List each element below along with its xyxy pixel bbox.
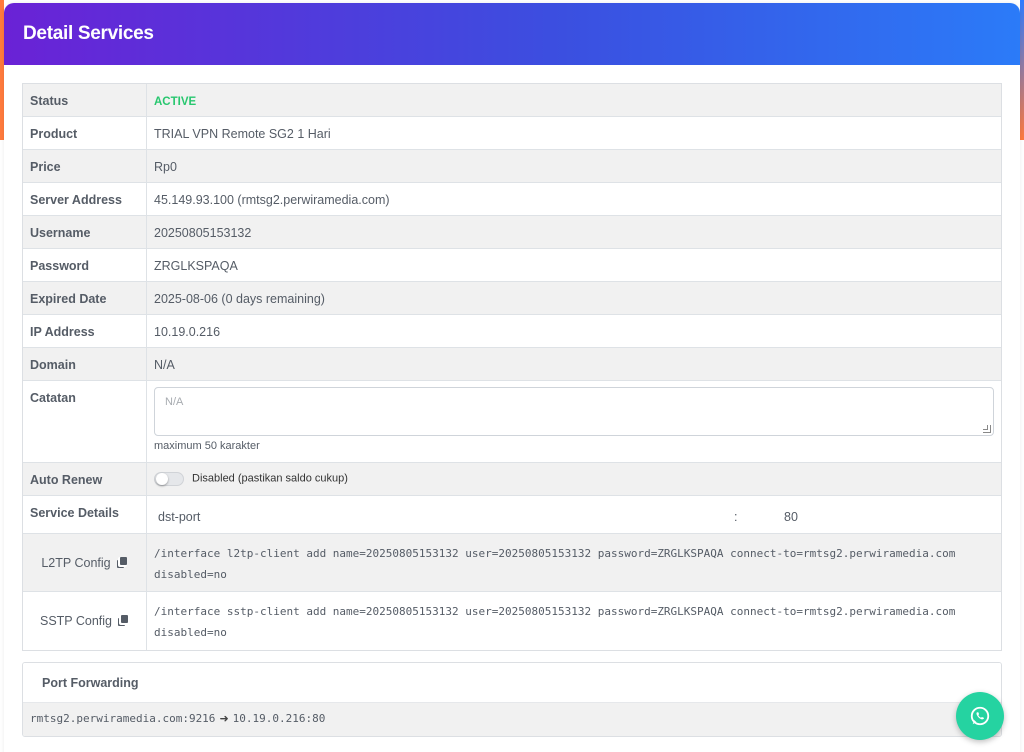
price-label: Price: [23, 150, 147, 182]
service-details-value: 80: [784, 510, 798, 524]
port-forwarding-target: 10.19.0.216:80: [232, 712, 326, 725]
row-sstp-config: SSTP Config /interface sstp-client add n…: [23, 592, 1001, 650]
l2tp-config-line: /interface l2tp-client add name=20250805…: [154, 547, 956, 560]
port-forwarding-row: rmtsg2.perwiramedia.com:9216 ➜ 10.19.0.216…: [23, 702, 1001, 736]
row-status: Status ACTIVE: [23, 84, 1001, 117]
server-address-label: Server Address: [23, 183, 147, 215]
toggle-knob: [156, 472, 168, 485]
row-server-address: Server Address 45.149.93.100 (rmtsg2.per…: [23, 183, 1001, 216]
expired-date-label: Expired Date: [23, 282, 147, 314]
catatan-label: Catatan: [23, 381, 147, 462]
l2tp-config-label-cell: L2TP Config: [23, 534, 147, 591]
domain-value: N/A: [154, 358, 175, 372]
port-forwarding-source: rmtsg2.perwiramedia.com:9216: [30, 712, 216, 725]
row-username: Username 20250805153132: [23, 216, 1001, 249]
ip-address-label: IP Address: [23, 315, 147, 347]
sstp-config-label-cell: SSTP Config: [23, 592, 147, 650]
resize-grip-icon[interactable]: [983, 425, 991, 433]
background-accent-right: [1020, 0, 1024, 140]
catatan-textarea[interactable]: N/A: [154, 387, 994, 436]
status-badge: ACTIVE: [154, 96, 197, 108]
copy-icon[interactable]: [116, 556, 128, 569]
row-catatan: Catatan N/A maximum 50 karakter: [23, 381, 1001, 463]
price-value: Rp0: [154, 160, 177, 174]
row-ip-address: IP Address 10.19.0.216: [23, 315, 1001, 348]
copy-icon[interactable]: [118, 615, 129, 627]
row-price: Price Rp0: [23, 150, 1001, 183]
service-details-key: dst-port: [158, 510, 201, 524]
row-l2tp-config: L2TP Config /interface l2tp-client add n…: [23, 534, 1001, 592]
row-domain: Domain N/A: [23, 348, 1001, 381]
page-title: Detail Services: [23, 23, 154, 44]
catatan-placeholder: N/A: [165, 396, 184, 408]
whatsapp-button[interactable]: [956, 692, 1004, 740]
l2tp-config-line: disabled=no: [154, 568, 227, 581]
l2tp-config-value: /interface l2tp-client add name=20250805…: [147, 534, 1001, 591]
detail-services-card: Detail Services Status ACTIVE Product TR…: [4, 3, 1020, 752]
port-forwarding-title: Port Forwarding: [23, 663, 1001, 702]
product-label: Product: [23, 117, 147, 149]
row-auto-renew: Auto Renew Disabled (pastikan saldo cuku…: [23, 463, 1001, 496]
product-value: TRIAL VPN Remote SG2 1 Hari: [154, 127, 331, 141]
domain-label: Domain: [23, 348, 147, 380]
service-details-label: Service Details: [23, 496, 147, 533]
auto-renew-status: Disabled (pastikan saldo cukup): [192, 472, 348, 485]
card-header: Detail Services: [4, 3, 1020, 65]
username-label: Username: [23, 216, 147, 248]
password-value: ZRGLKSPAQA: [154, 259, 238, 273]
catatan-hint: maximum 50 karakter: [154, 440, 260, 452]
l2tp-config-label: L2TP Config: [41, 555, 111, 570]
row-password: Password ZRGLKSPAQA: [23, 249, 1001, 282]
auto-renew-label: Auto Renew: [23, 463, 147, 495]
sstp-config-line: /interface sstp-client add name=20250805…: [154, 605, 956, 618]
whatsapp-icon: [970, 706, 990, 726]
service-details-separator: :: [734, 510, 738, 524]
row-product: Product TRIAL VPN Remote SG2 1 Hari: [23, 117, 1001, 150]
arrow-right-icon: ➜: [219, 712, 229, 725]
status-label: Status: [23, 84, 147, 116]
row-expired-date: Expired Date 2025-08-06 (0 days remainin…: [23, 282, 1001, 315]
username-value: 20250805153132: [154, 226, 252, 240]
ip-address-value: 10.19.0.216: [154, 325, 221, 339]
sstp-config-line: disabled=no: [154, 626, 227, 639]
server-address-value: 45.149.93.100 (rmtsg2.perwiramedia.com): [154, 193, 390, 207]
details-table: Status ACTIVE Product TRIAL VPN Remote S…: [22, 83, 1002, 651]
expired-date-value: 2025-08-06 (0 days remaining): [154, 292, 325, 306]
port-forwarding-panel: Port Forwarding rmtsg2.perwiramedia.com:…: [22, 662, 1002, 737]
sstp-config-value: /interface sstp-client add name=20250805…: [147, 592, 1001, 650]
row-service-details: Service Details dst-port: 80: [23, 496, 1001, 534]
auto-renew-toggle[interactable]: [154, 471, 184, 486]
sstp-config-label: SSTP Config: [39, 614, 113, 628]
password-label: Password: [23, 249, 147, 281]
